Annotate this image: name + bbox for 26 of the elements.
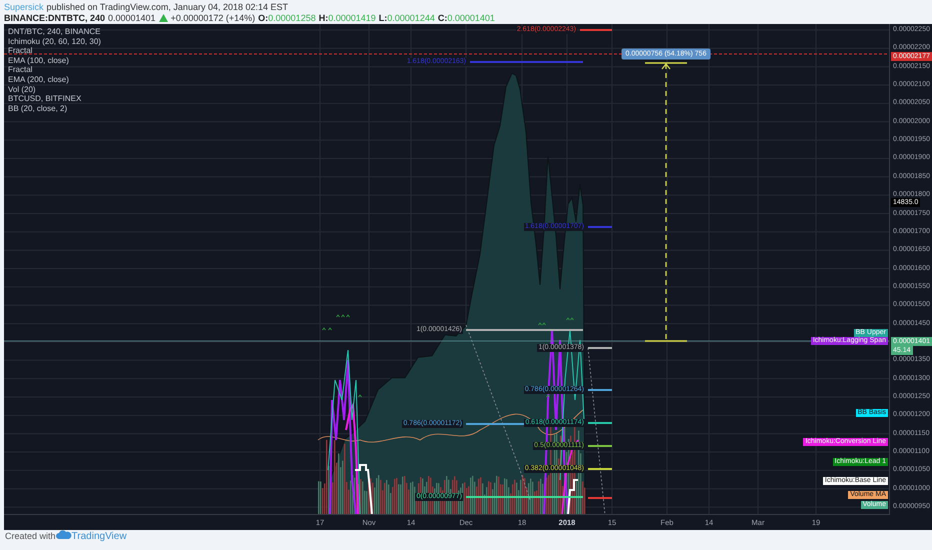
ohlc-key: L:: [378, 12, 388, 22]
ohlc-key: H:: [318, 12, 328, 22]
indicator-legend-item: Vol (20): [8, 84, 37, 94]
indicator-legend-item: BB (20, close, 2): [8, 104, 68, 114]
last-price: 0.00001401: [108, 12, 156, 22]
ohlc-key: C:: [438, 12, 448, 22]
ohlc-value: 0.00001244: [387, 12, 435, 22]
ohlc-key: O:: [258, 12, 268, 22]
symbol-title: BINANCE:DNTBTC, 240: [4, 12, 106, 22]
ohlc-value: 0.00001258: [268, 12, 316, 22]
created-with-text: Created with: [5, 531, 56, 541]
triangle-icon: [158, 14, 168, 22]
author-link[interactable]: Supersick: [4, 2, 44, 12]
tradingview-brand-link[interactable]: TradingView: [72, 531, 127, 542]
ohlc-value: 0.00001419: [328, 12, 376, 22]
price-change: +0.00000172 (+14%): [170, 12, 256, 22]
ohlc-value: 0.00001401: [447, 12, 495, 22]
indicator-legend-item: EMA (200, close): [8, 74, 70, 85]
cloud-logo-icon: [56, 530, 72, 539]
indicator-legend-item: Fractal: [8, 46, 34, 56]
indicator-legend-item: Ichimoku (20, 60, 120, 30): [8, 36, 101, 46]
indicator-legend-item: EMA (100, close): [8, 56, 70, 66]
publish-info: published on TradingView.com, January 04, 2018 02:14 EST: [46, 2, 288, 12]
indicator-legend-item: DNT/BTC, 240, BINANCE: [8, 27, 101, 37]
indicator-legend-item: BTCUSD, BITFINEX: [8, 94, 82, 104]
indicator-legend-item: Fractal: [8, 65, 34, 75]
